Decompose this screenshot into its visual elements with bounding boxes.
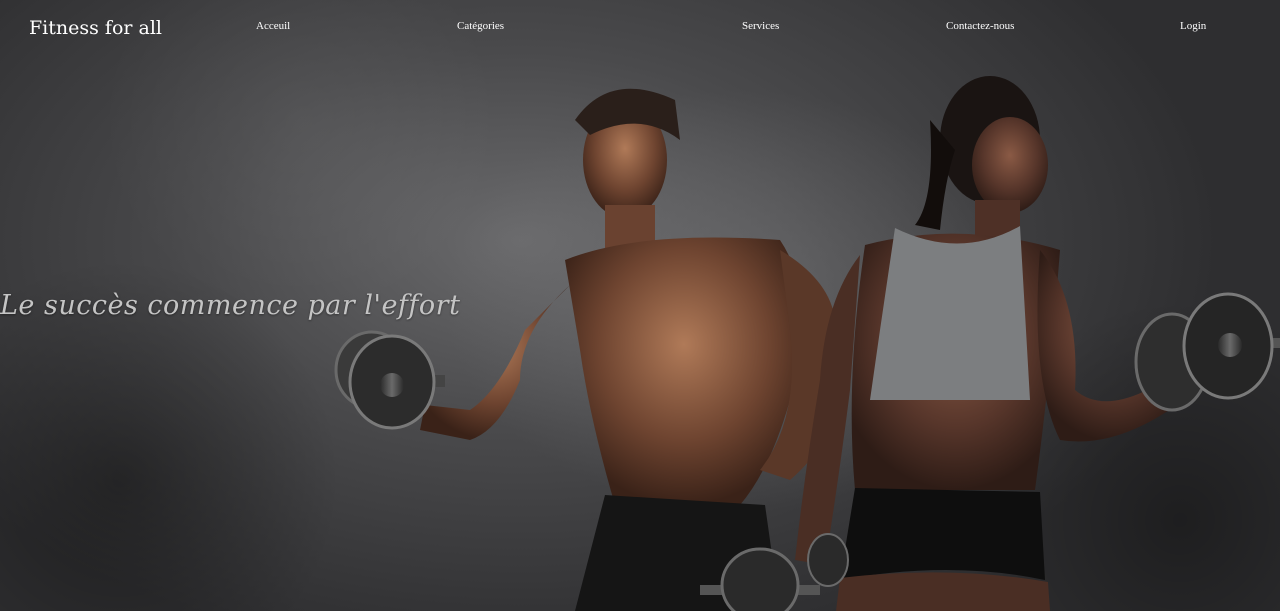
man-figure [420, 88, 842, 611]
nav-link-categories[interactable]: Catégories [457, 20, 504, 32]
woman-figure [795, 76, 1190, 611]
hero-tagline: Le succès commence par l'effort [0, 290, 461, 321]
hero-section: Fitness for all Acceuil Catégories Servi… [0, 0, 1280, 611]
brand-logo-text[interactable]: Fitness for all [29, 17, 162, 39]
nav-link-accueil[interactable]: Acceuil [256, 20, 290, 32]
dumbbell-right [1134, 292, 1280, 412]
nav-link-login[interactable]: Login [1180, 20, 1206, 32]
nav-link-contact[interactable]: Contactez-nous [946, 20, 1014, 32]
top-navbar: Fitness for all Acceuil Catégories Servi… [0, 0, 1280, 56]
nav-link-services[interactable]: Services [742, 20, 779, 32]
